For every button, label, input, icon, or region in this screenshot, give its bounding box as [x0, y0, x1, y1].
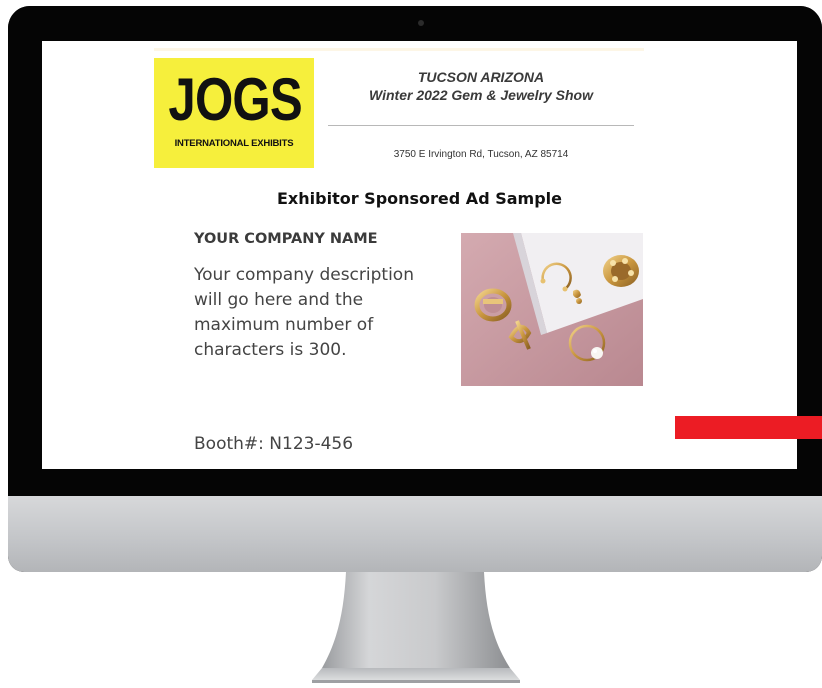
divider: [328, 125, 634, 126]
show-city: TUCSON ARIZONA: [417, 69, 545, 85]
monitor: JOGS INTERNATIONAL EXHIBITS TUCSON ARIZO…: [8, 6, 822, 572]
ad-top-border: [154, 48, 644, 51]
company-name: YOUR COMPANY NAME: [194, 231, 378, 247]
ad-heading: Exhibitor Sponsored Ad Sample: [277, 189, 562, 208]
jewelry-photo-art: [461, 233, 643, 386]
jewelry-photo: [461, 233, 643, 386]
jogs-logo: JOGS INTERNATIONAL EXHIBITS: [154, 58, 314, 168]
show-name: Winter 2022 Gem & Jewelry Show: [369, 87, 593, 103]
monitor-chin: [8, 496, 822, 572]
screen: JOGS INTERNATIONAL EXHIBITS TUCSON ARIZO…: [42, 41, 797, 469]
logo-wordmark: JOGS: [168, 66, 302, 133]
booth-number: Booth#: N123-456: [194, 434, 354, 454]
show-address: 3750 E Irvington Rd, Tucson, AZ 85714: [393, 149, 569, 160]
red-accent-bar: [675, 416, 822, 439]
company-description: Your company description will go here an…: [194, 265, 414, 360]
logo-subtitle: INTERNATIONAL EXHIBITS: [174, 138, 294, 149]
camera-icon: [418, 20, 424, 26]
